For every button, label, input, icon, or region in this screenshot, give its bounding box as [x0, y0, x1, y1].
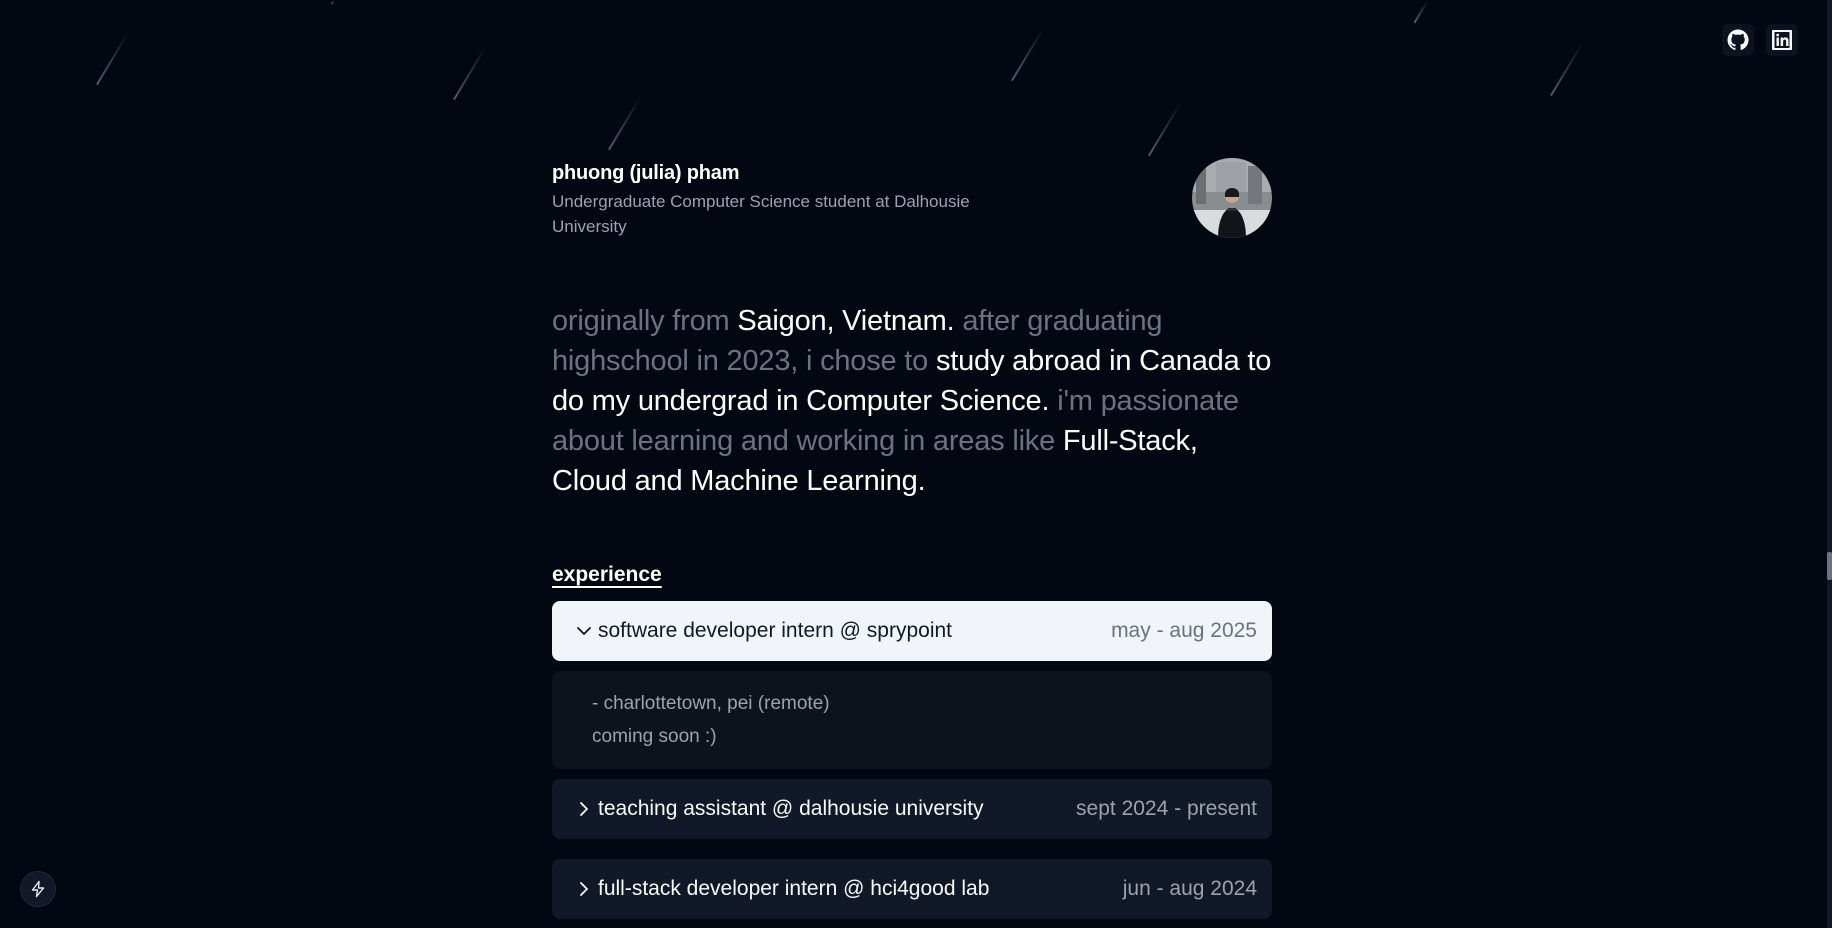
experience-item-dalhousie[interactable]: teaching assistant @ dalhousie universit… [552, 779, 1272, 839]
experience-item-sprypoint[interactable]: software developer intern @ sprypoint ma… [552, 601, 1272, 661]
experience-list: software developer intern @ sprypoint ma… [552, 601, 1272, 919]
meteor [96, 31, 130, 85]
meteor [330, 0, 335, 5]
experience-title: full-stack developer intern @ hci4good l… [598, 877, 990, 900]
github-link[interactable] [1722, 24, 1754, 56]
chevron-down-icon [574, 621, 594, 641]
scrollbar-thumb[interactable] [1827, 552, 1832, 580]
lightning-icon [31, 880, 45, 898]
experience-description: coming soon :) [592, 726, 717, 747]
social-links [1722, 24, 1798, 56]
meteor [453, 46, 487, 100]
experience-heading: experience [552, 563, 662, 586]
chevron-right-icon [574, 799, 594, 819]
meteor [1148, 102, 1182, 156]
profile-name: phuong (julia) pham [552, 162, 740, 184]
meteor [1413, 0, 1429, 24]
avatar-photo [1192, 158, 1272, 238]
experience-date: jun - aug 2024 [1122, 877, 1257, 900]
main-content: phuong (julia) pham Undergraduate Comput… [552, 158, 1272, 928]
profile-subtitle: Undergraduate Computer Science student a… [552, 192, 970, 236]
meteor [1011, 27, 1045, 81]
page: phuong (julia) pham Undergraduate Comput… [0, 0, 1832, 928]
meteor [1550, 42, 1584, 96]
profile-text: phuong (julia) pham Undergraduate Comput… [552, 158, 1022, 239]
linkedin-link[interactable] [1766, 24, 1798, 56]
experience-title: software developer intern @ sprypoint [598, 619, 952, 642]
github-icon [1727, 29, 1749, 50]
bio-paragraph: originally from Saigon, Vietnam. after g… [552, 301, 1272, 501]
experience-details: - charlottetown, pei (remote) coming soo… [552, 671, 1272, 769]
linkedin-icon [1772, 30, 1792, 50]
bio-text: originally from [552, 305, 738, 337]
meteor [608, 96, 642, 150]
bio-highlight: Saigon, Vietnam. [737, 305, 955, 337]
experience-location: - charlottetown, pei (remote) [592, 693, 830, 714]
avatar [1192, 158, 1272, 238]
chevron-right-icon [574, 879, 594, 899]
experience-item-hci4good[interactable]: full-stack developer intern @ hci4good l… [552, 859, 1272, 919]
experience-title: teaching assistant @ dalhousie universit… [598, 797, 984, 820]
scrollbar[interactable] [1827, 0, 1832, 928]
experience-date: sept 2024 - present [1076, 797, 1257, 820]
profile-header: phuong (julia) pham Undergraduate Comput… [552, 158, 1272, 239]
lightning-button[interactable] [20, 871, 56, 907]
experience-date: may - aug 2025 [1111, 619, 1257, 642]
